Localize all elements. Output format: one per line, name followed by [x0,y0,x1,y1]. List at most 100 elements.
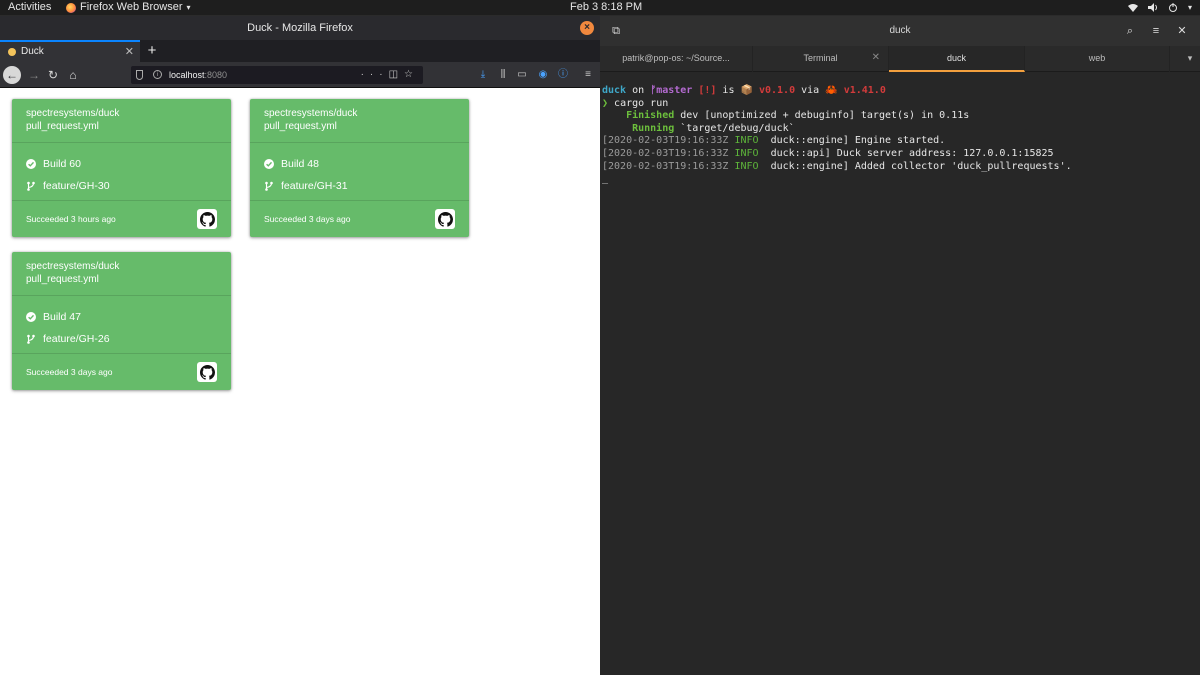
terminal-tab-label: patrik@pop-os: ~/Source... [622,53,730,63]
url-bar[interactable]: i localhost:8080 ···◫☆ [131,66,423,84]
build-card[interactable]: spectresystems/duck pull_request.yml Bui… [12,99,231,237]
downloads-icon[interactable]: ⤓ [476,66,490,84]
github-link[interactable] [197,362,217,382]
system-top-bar: Activities Firefox Web Browser ▾ Feb 3 8… [0,0,1200,15]
page-actions[interactable]: ···◫☆ [361,66,419,84]
prompt-branch: master [656,85,693,96]
duck-favicon-icon [8,48,16,56]
new-tab-icon[interactable]: ⧉ [606,21,626,41]
prompt-line: duck on ᚠmaster [!] is 📦 v0.1.0 via 🦀 v1… [602,85,1198,98]
log-message: duck::engine] Engine started. [764,135,946,147]
prompt-on: on [626,85,651,96]
log-message: duck::engine] Added collector 'duck_pull… [764,160,1072,172]
card-body: Build 48 feature/GH-31 [250,143,469,201]
tracking-shield-icon[interactable] [136,70,143,80]
branch-name: feature/GH-31 [281,180,348,192]
build-card[interactable]: spectresystems/duck pull_request.yml Bui… [250,99,469,237]
close-tab-icon[interactable]: ✕ [125,42,134,62]
cursor-line: _ [602,173,1198,186]
git-branch-icon [27,334,35,344]
menu-icon[interactable]: ≡ [1146,21,1166,41]
output-line: Running `target/debug/duck` [602,123,1198,136]
chevron-down-icon: ▾ [1187,3,1192,12]
terminal-tab[interactable]: web [1025,46,1170,72]
close-tab-icon[interactable]: ✕ [872,46,880,70]
github-link[interactable] [435,209,455,229]
log-level: INFO [734,147,765,159]
terminal-tab-label: Terminal [803,53,838,63]
home-button[interactable]: ⌂ [64,66,82,84]
repo-name: spectresystems/duck [26,108,120,119]
package-icon: 📦 [740,85,753,96]
running-text: `target/debug/duck` [674,122,795,134]
clock[interactable]: Feb 3 8:18 PM [570,0,642,15]
terminal-tab[interactable]: duck [889,46,1025,72]
output-line: Finished dev [unoptimized + debuginfo] t… [602,110,1198,123]
workflow-name: pull_request.yml [26,121,99,132]
workflow-name: pull_request.yml [264,121,337,132]
tab-overflow-icon[interactable]: ▾ [1180,46,1200,72]
close-icon[interactable]: ✕ [1172,21,1192,41]
build-row: Build 47 [26,310,217,324]
prompt-version: v0.1.0 [752,85,796,96]
branch-name: feature/GH-26 [43,333,110,345]
terminal-tab-label: duck [946,53,966,63]
finished-keyword: Finished [602,110,675,122]
sidebar-icon[interactable]: ▭ [515,66,529,84]
terminal-output[interactable]: duck on ᚠmaster [!] is 📦 v0.1.0 via 🦀 v1… [600,83,1200,675]
build-row: Build 48 [264,157,455,171]
search-icon[interactable]: ⌕ [1120,21,1140,41]
firefox-titlebar: Duck - Mozilla Firefox × [0,16,600,40]
back-button[interactable]: ← [3,66,21,84]
build-status: Succeeded 3 days ago [26,367,113,377]
build-card[interactable]: spectresystems/duck pull_request.yml Bui… [12,252,231,390]
volume-icon [1147,3,1157,12]
card-header: spectresystems/duck pull_request.yml [250,99,469,143]
forward-button[interactable]: → [25,66,43,84]
hamburger-menu-icon[interactable]: ≡ [581,66,595,84]
prompt-status: [!] [692,85,717,96]
window-title: duck [889,25,911,36]
rust-icon: 🦀 [825,85,838,96]
tab-duck[interactable]: Duck ✕ [0,40,140,62]
branch-row: feature/GH-30 [26,179,217,193]
repo-name: spectresystems/duck [264,108,358,119]
terminal-tab[interactable]: Terminal ✕ [753,46,889,72]
prompt-rust-version: v1.41.0 [837,85,886,96]
log-message: duck::api] Duck server address: 127.0.0.… [764,147,1054,159]
card-footer: Succeeded 3 hours ago [12,201,231,237]
prompt-is: is [716,85,741,96]
branch-row: feature/GH-31 [264,179,455,193]
window-close-button[interactable]: × [580,21,594,35]
activities-button[interactable]: Activities [8,0,51,15]
build-number: Build 47 [43,311,81,323]
reload-button[interactable]: ↻ [44,66,62,84]
terminal-tab[interactable]: patrik@pop-os: ~/Source... [600,46,753,72]
terminal-titlebar: ⧉ duck ⌕ ≡ ✕ [600,16,1200,46]
library-icon[interactable]: ⫼ [496,66,510,84]
card-footer: Succeeded 3 days ago [12,354,231,390]
prompt-via: via [795,85,826,96]
app-menu[interactable]: Firefox Web Browser ▾ [66,0,191,15]
check-circle-icon [264,159,274,169]
pocket-icon[interactable]: ◫ [389,69,404,80]
site-info-icon[interactable]: i [153,70,162,79]
repo-name: spectresystems/duck [26,261,120,272]
build-status: Succeeded 3 days ago [264,214,351,224]
build-number: Build 48 [281,158,319,170]
navigation-toolbar: ← → ↻ ⌂ i localhost:8080 ···◫☆ ⤓ ⫼ ▭ ◉ ⓘ… [0,62,600,88]
git-branch-icon [265,181,273,191]
bookmark-star-icon[interactable]: ☆ [404,69,419,80]
git-branch-icon [27,181,35,191]
card-footer: Succeeded 3 days ago [250,201,469,237]
system-tray[interactable]: ▾ [1127,0,1192,15]
github-link[interactable] [197,209,217,229]
extension-icon[interactable]: ⓘ [556,66,570,84]
build-status: Succeeded 3 hours ago [26,214,116,224]
chevron-down-icon: ▾ [186,3,191,12]
log-timestamp: [2020-02-03T19:16:33Z [602,147,735,159]
log-level: INFO [734,135,765,147]
account-icon[interactable]: ◉ [536,66,550,84]
new-tab-button[interactable]: + [145,40,159,62]
log-line: [2020-02-03T19:16:33Z INFO duck::engine]… [602,135,1198,148]
